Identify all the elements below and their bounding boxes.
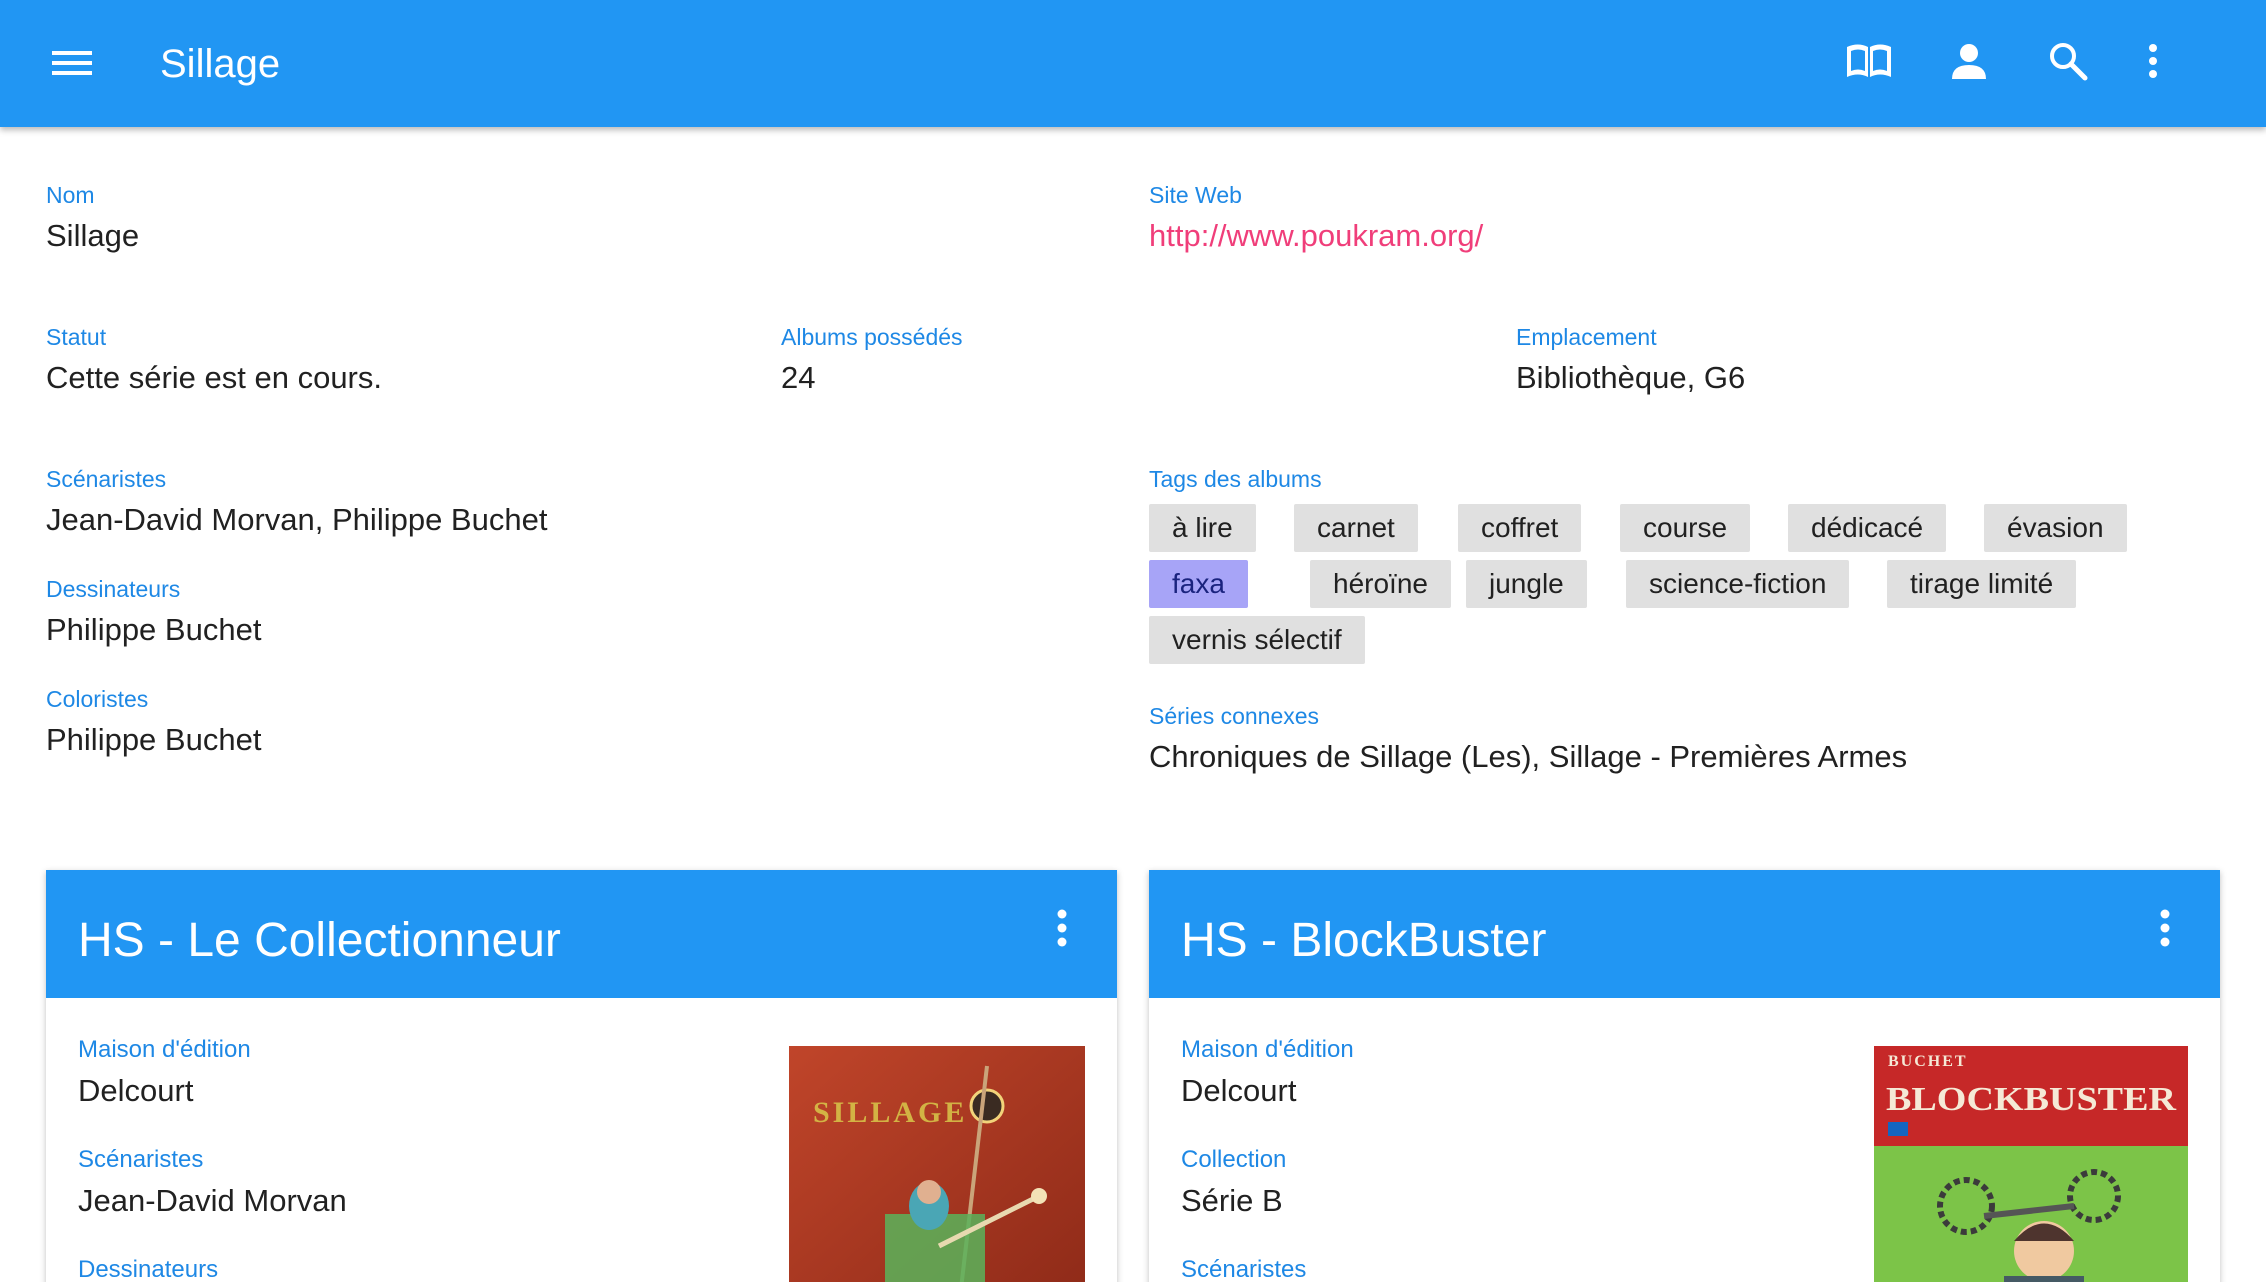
- card-title: HS - BlockBuster: [1181, 914, 1547, 967]
- editeur-value: Delcourt: [1181, 1073, 1297, 1108]
- tag-chip[interactable]: coffret: [1458, 504, 1582, 552]
- cover-author-text: BUCHET: [1888, 1053, 1968, 1070]
- album-card[interactable]: HS - Le Collectionneur Maison d'édition …: [46, 870, 1117, 1282]
- scenaristes-label: Scénaristes: [1181, 1256, 1307, 1282]
- tag-chip[interactable]: carnet: [1294, 504, 1418, 552]
- scenaristes-label: Scénaristes: [78, 1146, 204, 1173]
- series-connexes-label: Séries connexes: [1149, 703, 1320, 729]
- cover-title-text: BLOCKBUSTER: [1886, 1081, 2176, 1118]
- tag-chip[interactable]: jungle: [1466, 560, 1587, 608]
- albums-label: Albums possédés: [781, 324, 963, 350]
- collection-value: Série B: [1181, 1183, 1283, 1218]
- albums-value: 24: [781, 360, 816, 395]
- editeur-value: Delcourt: [78, 1073, 194, 1108]
- editeur-label: Maison d'édition: [1181, 1036, 1354, 1063]
- scenaristes-value: Jean-David Morvan, Philippe Buchet: [46, 502, 548, 537]
- site-web-link[interactable]: http://www.poukram.org/: [1149, 217, 1483, 255]
- dessinateurs-label: Dessinateurs: [78, 1256, 219, 1282]
- album-card[interactable]: HS - BlockBuster Maison d'édition Delcou…: [1149, 870, 2220, 1282]
- person-icon[interactable]: [1938, 30, 2000, 92]
- search-icon[interactable]: [2037, 30, 2099, 92]
- more-vert-icon[interactable]: [1047, 906, 1077, 950]
- book-icon[interactable]: [1838, 30, 1900, 92]
- tag-chip[interactable]: tirage limité: [1887, 560, 2077, 608]
- cover-logo-text: SILLAGE: [813, 1096, 967, 1129]
- series-connexes-value: Chroniques de Sillage (Les), Sillage - P…: [1149, 739, 1908, 774]
- tag-chip[interactable]: héroïne: [1310, 560, 1451, 608]
- scenaristes-label: Scénaristes: [46, 466, 167, 492]
- dessinateurs-value: Philippe Buchet: [46, 612, 262, 647]
- more-vert-icon[interactable]: [2150, 906, 2180, 950]
- statut-label: Statut: [46, 324, 107, 350]
- tag-chip[interactable]: évasion: [1984, 504, 2127, 552]
- album-cover-image[interactable]: SILLAGE: [789, 1046, 1085, 1282]
- coloristes-value: Philippe Buchet: [46, 722, 262, 757]
- app-bar: Sillage: [0, 0, 2266, 127]
- collection-label: Collection: [1181, 1146, 1287, 1173]
- coloristes-label: Coloristes: [46, 686, 149, 712]
- card-header: HS - Le Collectionneur: [46, 870, 1117, 998]
- site-web-label: Site Web: [1149, 182, 1242, 208]
- editeur-label: Maison d'édition: [78, 1036, 251, 1063]
- nom-label: Nom: [46, 182, 95, 208]
- dessinateurs-label: Dessinateurs: [46, 576, 181, 602]
- tag-chip[interactable]: vernis sélectif: [1149, 616, 1365, 664]
- tag-chip[interactable]: à lire: [1149, 504, 1256, 552]
- app-title: Sillage: [160, 42, 281, 86]
- scenaristes-value: Jean-David Morvan: [78, 1183, 347, 1218]
- album-cover-image[interactable]: BUCHET BLOCKBUSTER: [1874, 1046, 2188, 1282]
- tag-chip-active[interactable]: faxa: [1149, 560, 1248, 608]
- menu-icon[interactable]: [42, 38, 102, 88]
- tag-chip[interactable]: science-fiction: [1626, 560, 1850, 608]
- card-header: HS - BlockBuster: [1149, 870, 2220, 998]
- tag-chip[interactable]: course: [1620, 504, 1751, 552]
- tag-chip[interactable]: dédicacé: [1788, 504, 1947, 552]
- statut-value: Cette série est en cours.: [46, 360, 382, 395]
- emplacement-label: Emplacement: [1516, 324, 1657, 350]
- tags-label: Tags des albums: [1149, 466, 1322, 492]
- emplacement-value: Bibliothèque, G6: [1516, 360, 1746, 395]
- more-vert-icon[interactable]: [2122, 30, 2184, 92]
- card-title: HS - Le Collectionneur: [78, 914, 561, 967]
- nom-value: Sillage: [46, 218, 140, 253]
